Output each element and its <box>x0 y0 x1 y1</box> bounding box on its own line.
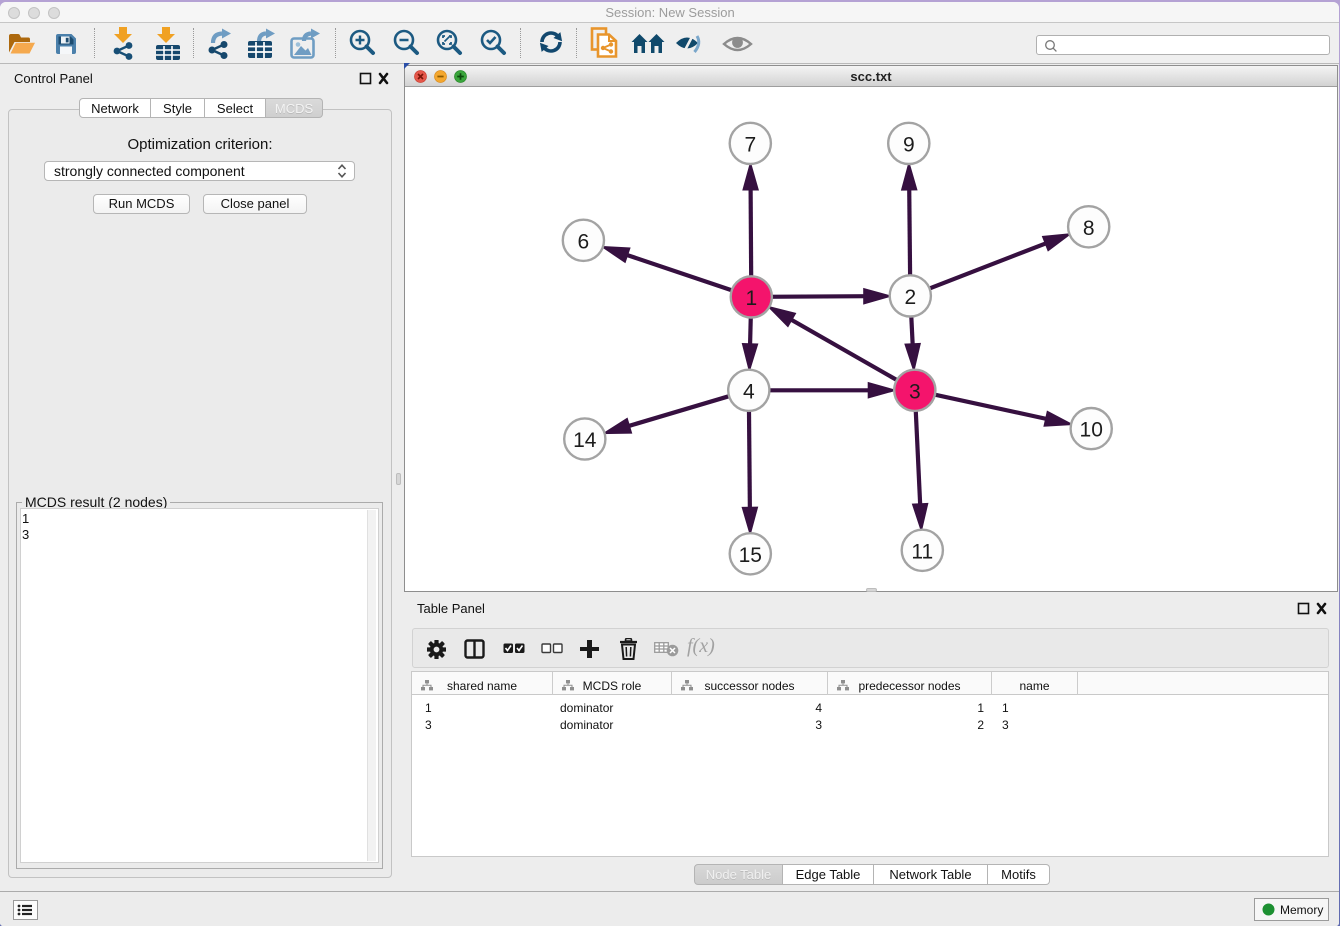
svg-text:2: 2 <box>904 286 916 309</box>
svg-text:14: 14 <box>573 429 597 452</box>
svg-text:6: 6 <box>578 230 590 253</box>
svg-text:7: 7 <box>744 133 756 156</box>
svg-text:15: 15 <box>739 544 762 567</box>
svg-text:3: 3 <box>909 380 921 403</box>
svg-text:10: 10 <box>1080 419 1103 442</box>
svg-text:1: 1 <box>745 287 757 310</box>
svg-text:8: 8 <box>1083 217 1095 240</box>
svg-text:9: 9 <box>903 133 915 156</box>
svg-text:11: 11 <box>911 540 933 563</box>
svg-text:4: 4 <box>743 380 755 403</box>
